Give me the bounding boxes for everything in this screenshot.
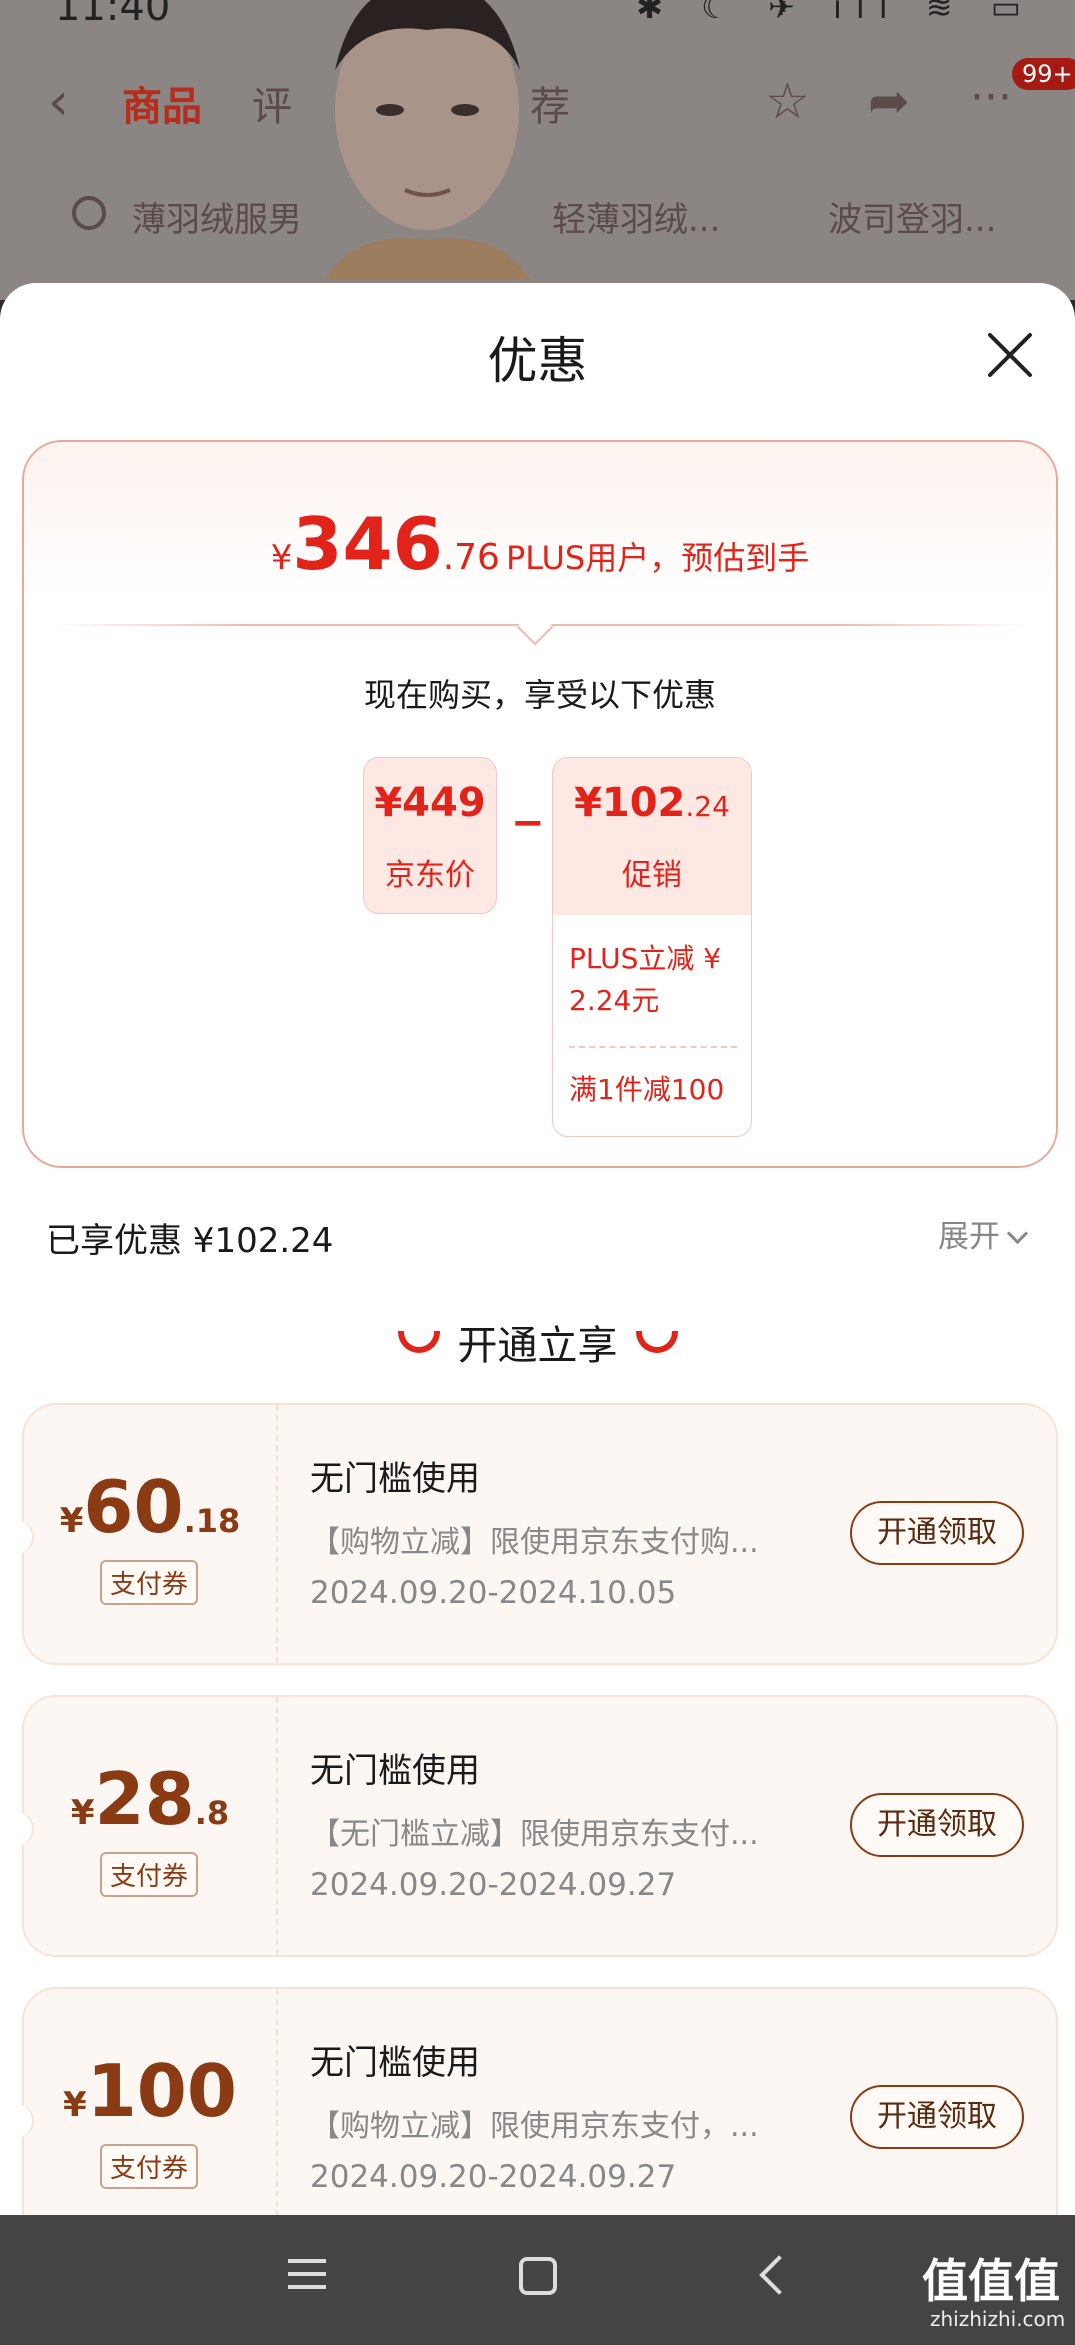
share-icon[interactable]: ➦ xyxy=(868,72,910,130)
product-top-nav: ‹ 商品 评 荐 ☆ ➦ ··· 99+ xyxy=(0,58,1075,132)
discount-sheet: 优惠 ¥346.76 PLUS用户，预估到手 现在购买，享受以下优惠 ¥449 京… xyxy=(0,283,1075,2215)
coupon-date: 2024.09.20-2024.09.27 xyxy=(310,2159,677,2195)
promotion-item-full-reduction: 满1件减100 xyxy=(569,1073,725,1106)
system-nav-bar: 值值值 zhizhizhi.com xyxy=(0,2215,1075,2345)
minus-sign: − xyxy=(511,800,545,846)
price-summary-card: ¥346.76 PLUS用户，预估到手 现在购买，享受以下优惠 ¥449 京东价 … xyxy=(22,440,1058,1168)
coupon-title: 无门槛使用 xyxy=(310,1751,480,1791)
enjoyed-discount: 已享优惠 ¥102.24 xyxy=(46,1221,334,1261)
claim-button[interactable]: 开通领取 xyxy=(850,1501,1024,1565)
coupon-tag: 支付券 xyxy=(100,2144,199,2189)
coupon-card: ¥28.8 支付券 无门槛使用 【无门槛立减】限使用京东支付... 2024.0… xyxy=(14,1695,1058,1957)
home-icon[interactable] xyxy=(519,2257,557,2295)
status-time: 11:40 xyxy=(55,0,171,30)
promotion-item-plus: PLUS立减 ¥ 2.24元 xyxy=(569,942,722,1017)
search-chip[interactable]: 薄羽绒服男 xyxy=(132,192,302,241)
promotion-label: 促销 xyxy=(622,858,682,893)
coupon-tag: 支付券 xyxy=(100,1560,199,1605)
search-chip[interactable]: 波司登羽... xyxy=(828,192,996,241)
coupon-date: 2024.09.20-2024.10.05 xyxy=(310,1575,677,1611)
star-icon[interactable]: ☆ xyxy=(765,72,810,130)
divider xyxy=(569,1046,737,1048)
coupon-desc: 【购物立减】限使用京东支付，... xyxy=(310,2109,759,2144)
model-photo xyxy=(325,0,530,280)
message-badge: 99+ xyxy=(1012,58,1075,90)
smile-icon xyxy=(397,1331,440,1353)
claim-button[interactable]: 开通领取 xyxy=(850,1793,1024,1857)
search-icon xyxy=(72,196,106,230)
close-icon[interactable] xyxy=(982,327,1038,383)
coupon-tag: 支付券 xyxy=(100,1852,199,1897)
coupon-date: 2024.09.20-2024.09.27 xyxy=(310,1867,677,1903)
coupon-desc: 【无门槛立减】限使用京东支付... xyxy=(310,1817,759,1852)
promotion-amount: ¥102.24 xyxy=(574,780,730,826)
coupon-amount: ¥60.18 xyxy=(59,1465,241,1549)
menu-icon[interactable] xyxy=(288,2259,326,2289)
jd-price-label: 京东价 xyxy=(385,858,475,893)
promotion-box: ¥102.24 促销 PLUS立减 ¥ 2.24元 满1件减100 xyxy=(552,757,752,1137)
estimated-price: ¥346.76 PLUS用户，预估到手 xyxy=(270,502,810,586)
tab-product[interactable]: 商品 xyxy=(122,74,202,132)
back-icon[interactable] xyxy=(759,2255,799,2295)
coupon-card: ¥100 支付券 无门槛使用 【购物立减】限使用京东支付，... 2024.09… xyxy=(14,1987,1058,2215)
jd-price-amount: ¥449 xyxy=(374,780,486,826)
coupon-amount: ¥28.8 xyxy=(70,1757,230,1841)
tab-recommend[interactable]: 荐 xyxy=(530,74,570,132)
section-title: 开通立享 xyxy=(0,1313,1075,1371)
coupon-desc: 【购物立减】限使用京东支付购... xyxy=(310,1525,759,1560)
buy-now-text: 现在购买，享受以下优惠 xyxy=(363,676,716,714)
expand-button[interactable]: 展开 xyxy=(938,1211,1029,1256)
coupon-title: 无门槛使用 xyxy=(310,1459,480,1499)
claim-button[interactable]: 开通领取 xyxy=(850,2085,1024,2149)
more-icon[interactable]: ··· xyxy=(970,72,1012,123)
background-product-page: 11:40 ✱ ☾ ✈ ıll ≋ ▭ ‹ 商品 评 荐 ☆ ➦ ··· 99+… xyxy=(0,0,1075,300)
coupon-card: ¥60.18 支付券 无门槛使用 【购物立减】限使用京东支付购... 2024.… xyxy=(14,1403,1058,1665)
tab-reviews[interactable]: 评 xyxy=(252,74,292,132)
sheet-title: 优惠 xyxy=(487,332,588,390)
watermark-logo: 值值值 xyxy=(922,2254,1060,2308)
status-icons: ✱ ☾ ✈ ıll ≋ ▭ xyxy=(636,0,1035,26)
smile-icon xyxy=(635,1331,678,1353)
divider-notch xyxy=(516,608,554,646)
search-chip[interactable]: 轻薄羽绒... xyxy=(552,192,720,241)
back-icon[interactable]: ‹ xyxy=(48,72,69,132)
coupon-title: 无门槛使用 xyxy=(310,2043,480,2083)
jd-price-box: ¥449 京东价 xyxy=(363,757,497,914)
watermark-url: zhizhizhi.com xyxy=(930,2307,1066,2331)
coupon-amount: ¥100 xyxy=(63,2049,237,2133)
chevron-down-icon xyxy=(1006,1222,1029,1245)
